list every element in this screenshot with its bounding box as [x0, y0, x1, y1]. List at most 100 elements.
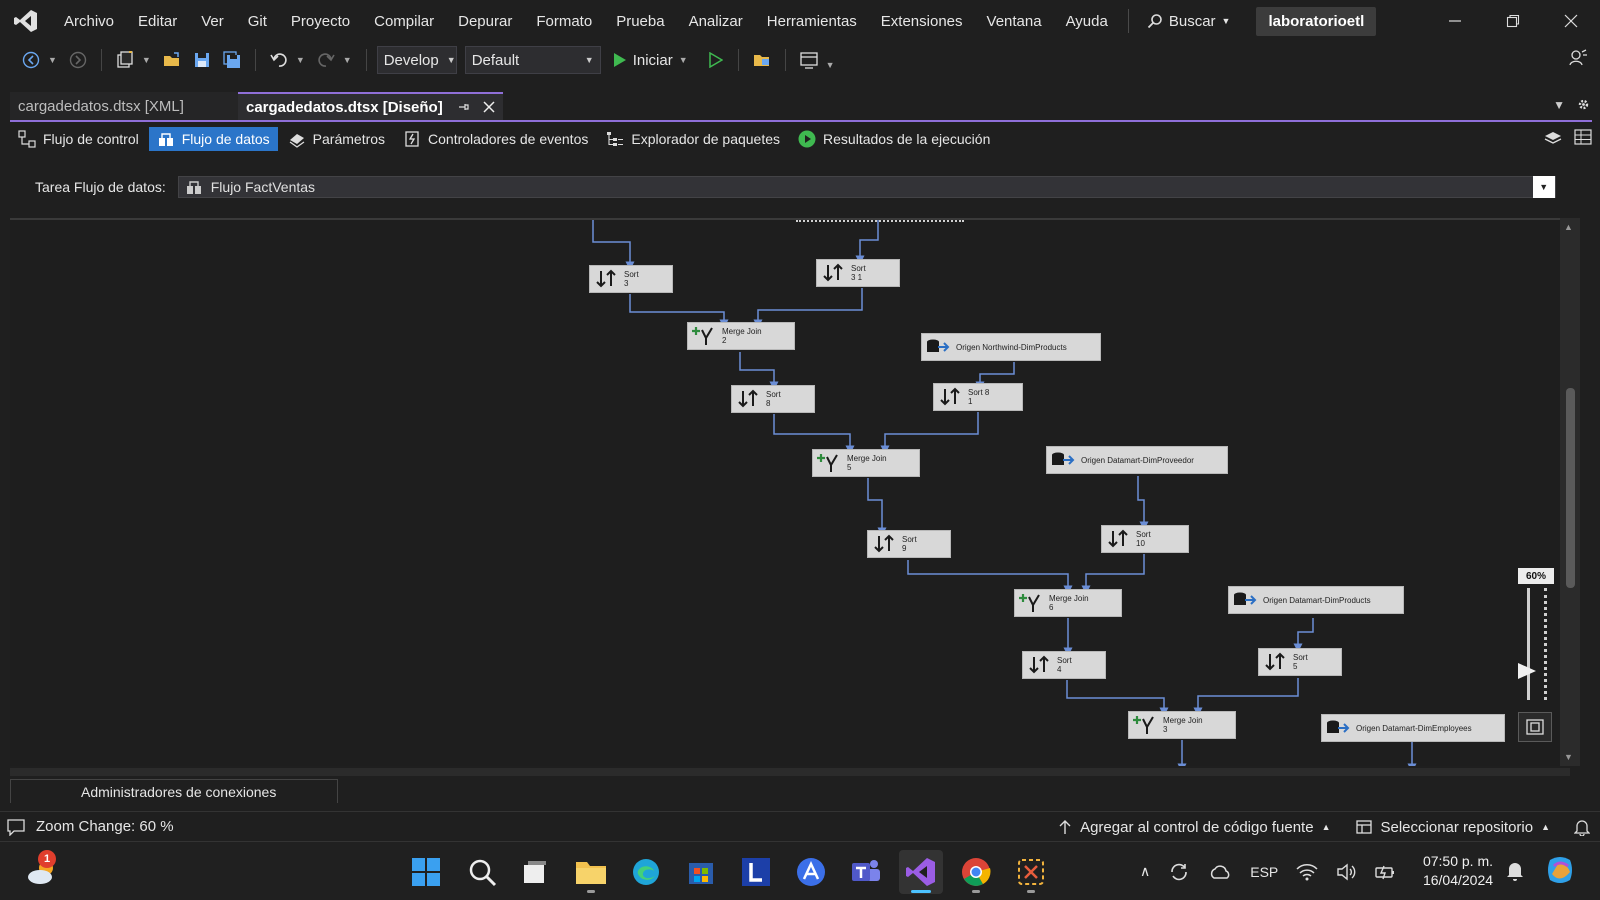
add-to-source-control-button[interactable]: Agregar al control de código fuente ▲ — [1058, 819, 1331, 836]
menu-ventana[interactable]: Ventana — [975, 13, 1054, 30]
live-share-icon[interactable] — [1568, 48, 1588, 71]
navigate-back-button[interactable] — [18, 47, 44, 73]
menu-formato[interactable]: Formato — [524, 13, 604, 30]
taskbar-snipping-tool[interactable] — [1009, 850, 1053, 894]
start-button[interactable] — [404, 850, 448, 894]
layout-window-button[interactable] — [796, 47, 822, 73]
taskbar-teams[interactable] — [844, 850, 888, 894]
taskbar-cloud-app[interactable] — [789, 850, 833, 894]
chevron-down-icon[interactable]: ▼ — [296, 55, 305, 65]
menu-git[interactable]: Git — [236, 13, 279, 30]
tab-event-handlers[interactable]: Controladores de eventos — [395, 127, 596, 151]
task-view-button[interactable] — [513, 850, 557, 894]
zoom-to-fit-button[interactable] — [1518, 712, 1552, 742]
chevron-down-icon[interactable]: ▼ — [343, 55, 352, 65]
solution-platform-dropdown[interactable]: Default ▼ — [464, 46, 601, 74]
visual-studio-logo-icon[interactable] — [0, 0, 52, 42]
merge-join-component-6[interactable]: Merge Join 6 — [1014, 589, 1122, 617]
tab-parameters[interactable]: Parámetros — [280, 127, 393, 151]
taskbar-chrome[interactable] — [954, 850, 998, 894]
scroll-up-icon[interactable]: ▲ — [1564, 222, 1573, 232]
source-northwind-dimproducts[interactable]: Origen Northwind-DimProducts — [921, 333, 1101, 361]
menu-prueba[interactable]: Prueba — [604, 13, 676, 30]
menu-extensiones[interactable]: Extensiones — [869, 13, 975, 30]
navigate-forward-button[interactable] — [65, 47, 91, 73]
save-button[interactable] — [189, 47, 215, 73]
taskbar-edge[interactable] — [624, 850, 668, 894]
copilot-icon[interactable] — [1544, 854, 1576, 889]
minimize-button[interactable] — [1426, 0, 1484, 42]
menu-editar[interactable]: Editar — [126, 13, 189, 30]
tab-xml-view[interactable]: cargadedatos.dtsx [XML] — [10, 92, 238, 120]
tab-overflow-dropdown-icon[interactable]: ▼ — [1553, 98, 1565, 112]
start-without-debugging-button[interactable] — [702, 47, 728, 73]
pin-icon[interactable] — [457, 101, 469, 113]
redo-button[interactable] — [313, 47, 339, 73]
canvas-horizontal-scrollbar[interactable] — [10, 768, 1570, 776]
battery-icon[interactable] — [1374, 863, 1396, 881]
chevron-down-icon[interactable]: ▼ — [1532, 176, 1555, 198]
restore-button[interactable] — [1484, 0, 1542, 42]
zoom-slider-track[interactable] — [1527, 588, 1530, 700]
input-language-indicator[interactable]: ESP — [1250, 864, 1278, 880]
menu-ver[interactable]: Ver — [189, 13, 236, 30]
sort-component-10[interactable]: Sort 10 — [1101, 525, 1189, 553]
merge-join-component-5[interactable]: Merge Join 5 — [812, 449, 920, 477]
sync-icon[interactable] — [1168, 861, 1190, 883]
output-window-icon[interactable] — [6, 818, 26, 836]
zoom-slider-thumb[interactable] — [1518, 663, 1536, 679]
chevron-down-icon[interactable]: ▼ — [142, 55, 151, 65]
tab-data-flow[interactable]: Flujo de datos — [148, 127, 278, 151]
sort-component-5[interactable]: Sort 5 — [1258, 648, 1342, 676]
taskbar-microsoft-store[interactable] — [679, 850, 723, 894]
sort-component-4[interactable]: Sort 4 — [1022, 651, 1106, 679]
new-project-button[interactable] — [112, 47, 138, 73]
sort-component-31[interactable]: Sort 3 1 — [816, 259, 900, 287]
tab-design-view[interactable]: cargadedatos.dtsx [Diseño] — [238, 92, 503, 120]
show-hidden-icons-chevron-up-icon[interactable]: ∧ — [1140, 863, 1150, 880]
variables-icon[interactable] — [1544, 128, 1562, 146]
menu-depurar[interactable]: Depurar — [446, 13, 524, 30]
sort-component-3[interactable]: Sort 3 — [589, 265, 673, 293]
grid-table-icon[interactable] — [1574, 128, 1592, 146]
sort-component-9[interactable]: Sort 9 — [867, 530, 951, 558]
tab-package-explorer[interactable]: Explorador de paquetes — [598, 127, 788, 151]
menu-proyecto[interactable]: Proyecto — [279, 13, 362, 30]
data-flow-task-dropdown[interactable]: Flujo FactVentas ▼ — [177, 176, 1556, 198]
taskbar-l-app[interactable] — [734, 850, 778, 894]
toolbar-overflow-icon[interactable]: ▼ — [826, 60, 835, 70]
tab-control-flow[interactable]: Flujo de control — [10, 127, 147, 151]
start-debugging-button[interactable]: Iniciar ▼ — [605, 52, 698, 69]
search-button[interactable]: Buscar ▼ — [1137, 13, 1241, 30]
close-window-button[interactable] — [1542, 0, 1600, 42]
gear-icon[interactable] — [1577, 98, 1590, 111]
taskbar-search-button[interactable] — [460, 850, 504, 894]
solution-name-badge[interactable]: laboratorioetl — [1256, 6, 1377, 36]
source-datamart-dimemployees[interactable]: Origen Datamart-DimEmployees — [1321, 714, 1505, 742]
merge-join-component-3[interactable]: Merge Join 3 — [1128, 711, 1236, 739]
sort-component-8[interactable]: Sort 8 — [731, 385, 815, 413]
chevron-down-icon[interactable]: ▼ — [48, 55, 57, 65]
system-clock[interactable]: 07:50 p. m. 16/04/2024 — [1416, 852, 1500, 890]
sort-component-8-1[interactable]: Sort 8 1 — [933, 383, 1023, 411]
undo-button[interactable] — [266, 47, 292, 73]
connection-managers-tab[interactable]: Administradores de conexiones — [10, 779, 338, 803]
scrollbar-thumb[interactable] — [1566, 388, 1575, 588]
taskbar-visual-studio[interactable] — [899, 850, 943, 894]
scroll-down-icon[interactable]: ▼ — [1564, 752, 1573, 762]
menu-herramientas[interactable]: Herramientas — [755, 13, 869, 30]
wifi-icon[interactable] — [1296, 863, 1318, 881]
volume-icon[interactable] — [1336, 863, 1356, 881]
notification-center-bell-icon[interactable] — [1506, 860, 1524, 885]
close-icon[interactable] — [483, 101, 495, 113]
notifications-bell-icon[interactable] — [1574, 818, 1590, 836]
canvas-vertical-scrollbar[interactable]: ▲ ▼ — [1560, 218, 1580, 766]
merge-join-component-2[interactable]: Merge Join 2 — [687, 322, 795, 350]
source-datamart-dimproducts[interactable]: Origen Datamart-DimProducts — [1228, 586, 1404, 614]
source-datamart-dimproveedor[interactable]: Origen Datamart-DimProveedor — [1046, 446, 1228, 474]
onedrive-cloud-icon[interactable] — [1208, 863, 1232, 881]
save-all-button[interactable] — [219, 47, 245, 73]
menu-archivo[interactable]: Archivo — [52, 13, 126, 30]
data-flow-design-surface[interactable]: Sort 3 Sort 3 1 Merge Join 2 Origen Nort… — [10, 218, 1570, 766]
menu-analizar[interactable]: Analizar — [677, 13, 755, 30]
